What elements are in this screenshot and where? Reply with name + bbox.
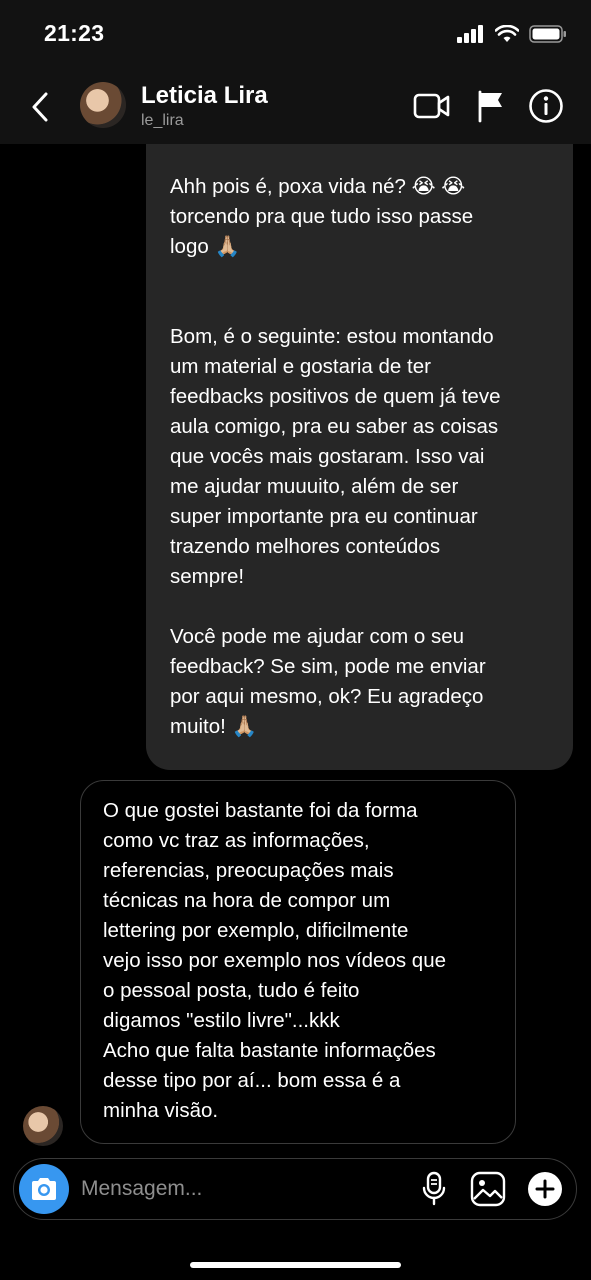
avatar[interactable] [80,82,126,128]
camera-button[interactable] [19,1164,69,1214]
sender-avatar[interactable] [23,1106,63,1146]
back-icon [32,92,48,122]
message-composer[interactable]: Mensagem... [13,1158,577,1220]
battery-icon [529,25,566,43]
chat-header: Leticia Lira le_lira [0,70,591,144]
wifi-icon [495,25,519,42]
status-bar: 21:23 [0,0,591,70]
message-input[interactable]: Mensagem... [81,1177,202,1201]
info-button[interactable] [526,86,566,126]
add-button[interactable] [525,1169,565,1209]
add-icon [528,1172,562,1206]
flag-icon [478,90,502,123]
message-thread[interactable]: Ahh pois é, poxa vida né? 😭 😭 torcendo p… [0,144,591,1154]
gallery-button[interactable] [468,1169,508,1209]
video-call-button[interactable] [412,86,452,126]
signal-icon [457,25,483,43]
contact-name[interactable]: Leticia Lira [141,82,268,110]
incoming-message-text: O que gostei bastante foi da forma como … [103,799,447,1122]
status-time: 21:23 [44,20,105,46]
microphone-icon [422,1171,446,1206]
outgoing-message-text: Ahh pois é, poxa vida né? 😭 😭 torcendo p… [170,175,501,738]
info-icon [529,89,563,123]
home-indicator [190,1262,401,1268]
flag-button[interactable] [470,86,510,126]
back-button[interactable] [26,88,56,126]
gallery-icon [470,1171,506,1207]
contact-username[interactable]: le_lira [141,112,184,130]
camera-icon [32,1178,56,1200]
status-icons [457,24,567,44]
video-call-icon [413,93,450,119]
microphone-button[interactable] [414,1169,454,1209]
